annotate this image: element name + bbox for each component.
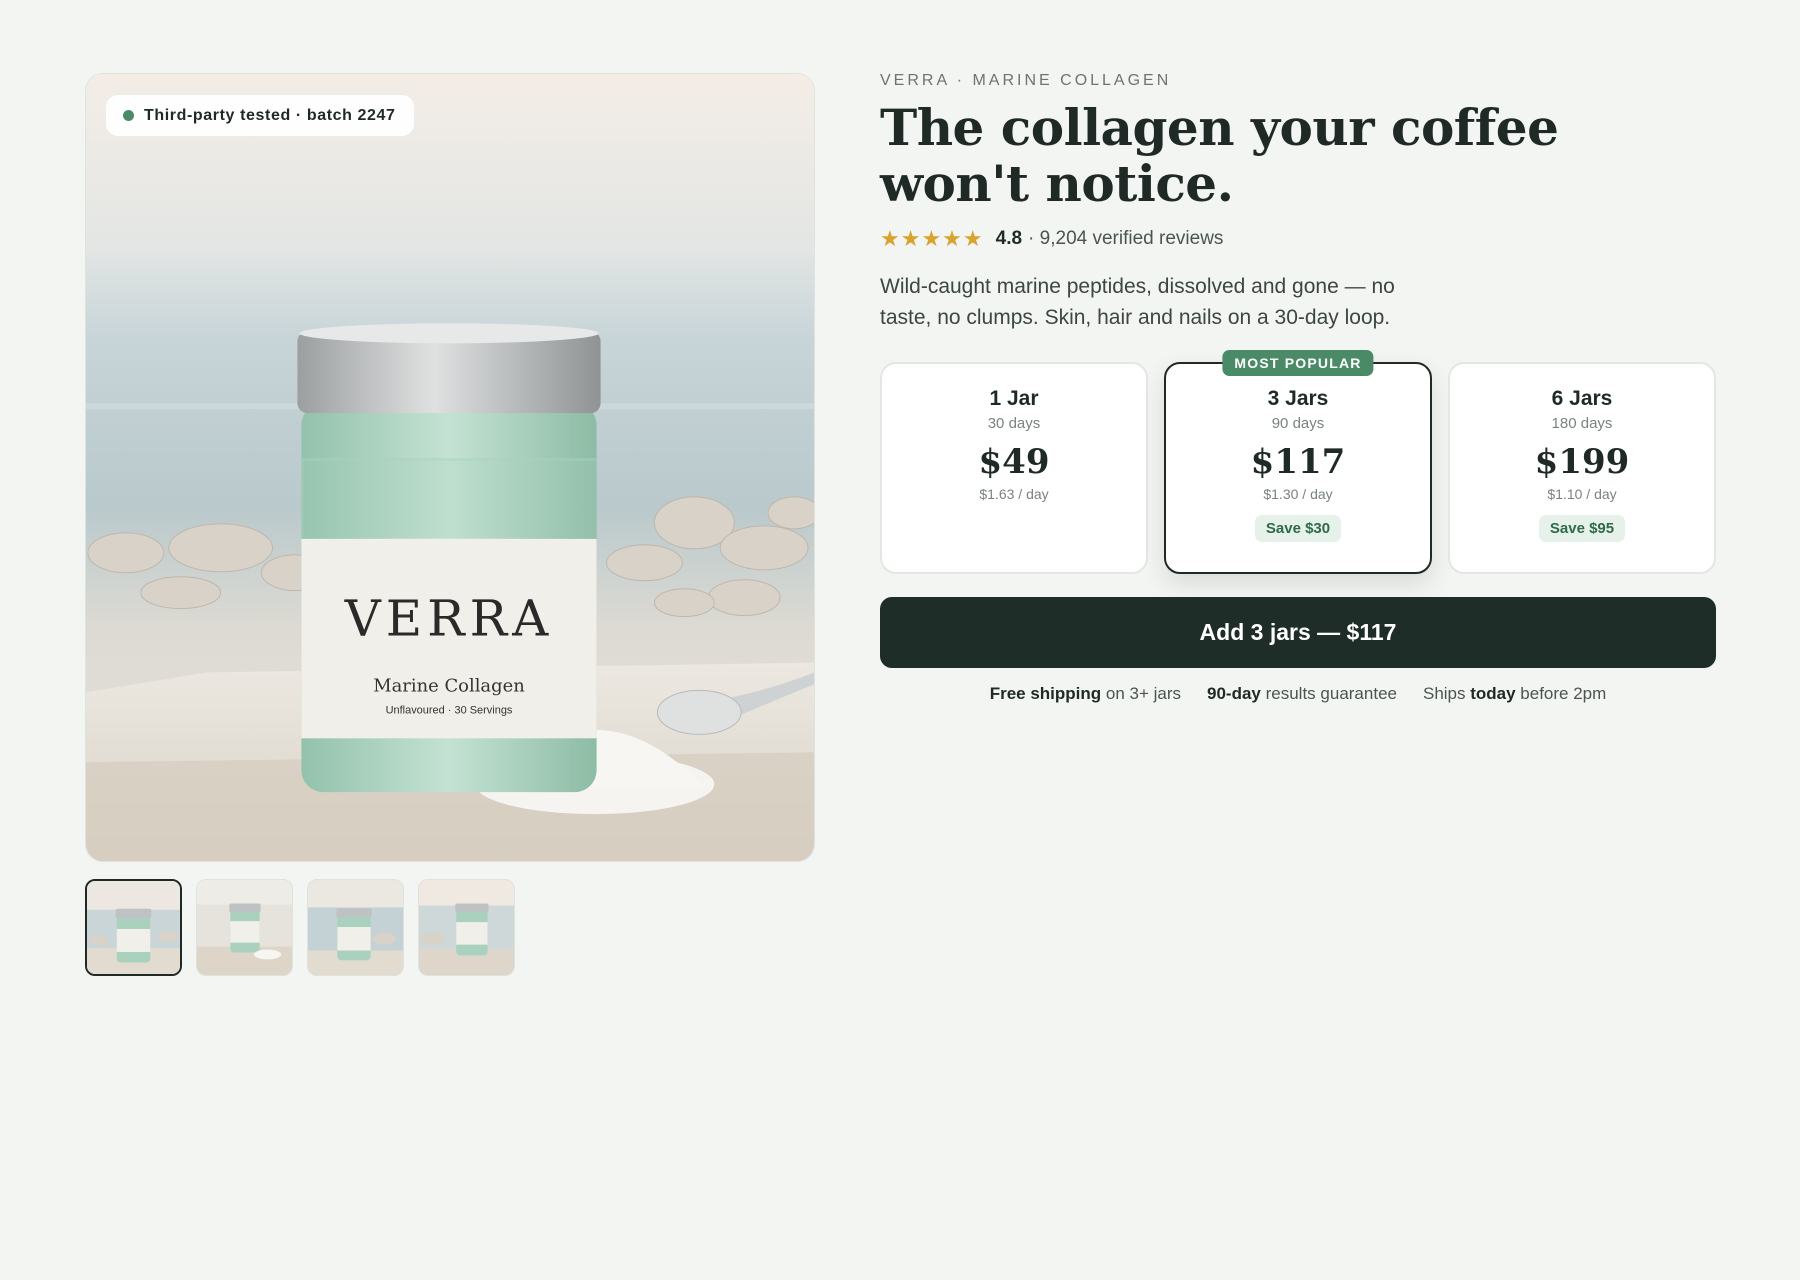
plan-price-per-day: $1.63 / day bbox=[979, 486, 1049, 502]
perk-guarantee: 90-day results guarantee bbox=[1207, 684, 1397, 703]
plan-name: 3 Jars bbox=[1267, 387, 1329, 410]
plan-duration: 180 days bbox=[1551, 415, 1613, 432]
plan-price: $199 bbox=[1534, 442, 1630, 482]
star-rating-icon: ★★★★★ bbox=[880, 226, 984, 251]
product-title: The collagen your coffee won't notice. bbox=[880, 98, 1559, 213]
thumbnail-image bbox=[87, 881, 180, 974]
thumbnail-strip bbox=[85, 879, 515, 976]
status-dot-icon bbox=[123, 110, 134, 121]
plan-price-per-day: $1.10 / day bbox=[1547, 486, 1617, 502]
plan-price: $49 bbox=[978, 442, 1050, 482]
plan-option-6-jars[interactable]: 6 Jars 180 days $199 $1.10 / day Save $9… bbox=[1448, 362, 1716, 574]
purchase-perks: Free shipping on 3+ jars 90-day results … bbox=[880, 684, 1716, 704]
brand-eyebrow: VERRA · MARINE COLLAGEN bbox=[880, 72, 1172, 89]
plan-name: 6 Jars bbox=[1551, 387, 1613, 410]
jar-variant: Unflavoured · 30 Servings bbox=[386, 704, 513, 716]
thumbnail-2[interactable] bbox=[196, 879, 293, 976]
review-count: · 9,204 verified reviews bbox=[1028, 228, 1224, 249]
rating-value: 4.8 bbox=[995, 228, 1023, 249]
thumbnail-image bbox=[197, 880, 292, 975]
plan-selector: 1 Jar 30 days $49 $1.63 / day MOST POPUL… bbox=[880, 350, 1716, 574]
plan-savings-badge: Save $95 bbox=[1538, 515, 1626, 542]
plan-option-3-jars[interactable]: MOST POPULAR 3 Jars 90 days $117 $1.30 /… bbox=[1164, 350, 1432, 574]
product-hero-image[interactable]: VERRA Marine Collagen Unflavoured · 30 S… bbox=[85, 73, 815, 862]
plan-option-1-jar[interactable]: 1 Jar 30 days $49 $1.63 / day bbox=[880, 362, 1148, 574]
perk-ships-today: Ships today before 2pm bbox=[1422, 684, 1607, 703]
product-description: Wild-caught marine peptides, dissolved a… bbox=[880, 275, 1395, 329]
thumbnail-3[interactable] bbox=[307, 879, 404, 976]
add-to-cart-button[interactable]: Add 3 jars — $117 bbox=[880, 597, 1716, 668]
thumbnail-image bbox=[308, 880, 403, 975]
plan-name: 1 Jar bbox=[989, 387, 1039, 410]
jar-product: Marine Collagen bbox=[373, 675, 525, 696]
hero-photo: VERRA Marine Collagen Unflavoured · 30 S… bbox=[86, 74, 814, 861]
plan-price: $117 bbox=[1250, 442, 1346, 482]
plan-duration: 30 days bbox=[987, 415, 1041, 432]
plan-duration: 90 days bbox=[1271, 415, 1325, 432]
rating-summary[interactable]: ★★★★★ 4.8 · 9,204 verified reviews bbox=[880, 226, 1223, 252]
badge-text: Third-party tested · batch 2247 bbox=[144, 106, 396, 124]
plan-price-per-day: $1.30 / day bbox=[1263, 486, 1333, 502]
thumbnail-1[interactable] bbox=[85, 879, 182, 976]
perk-free-shipping: Free shipping on 3+ jars bbox=[989, 684, 1182, 703]
thumbnail-image bbox=[419, 880, 514, 975]
third-party-tested-badge: Third-party tested · batch 2247 bbox=[106, 95, 414, 136]
jar-brand: VERRA bbox=[344, 590, 553, 648]
most-popular-tag: MOST POPULAR bbox=[1222, 350, 1374, 376]
plan-savings-badge: Save $30 bbox=[1254, 515, 1342, 542]
thumbnail-4[interactable] bbox=[418, 879, 515, 976]
